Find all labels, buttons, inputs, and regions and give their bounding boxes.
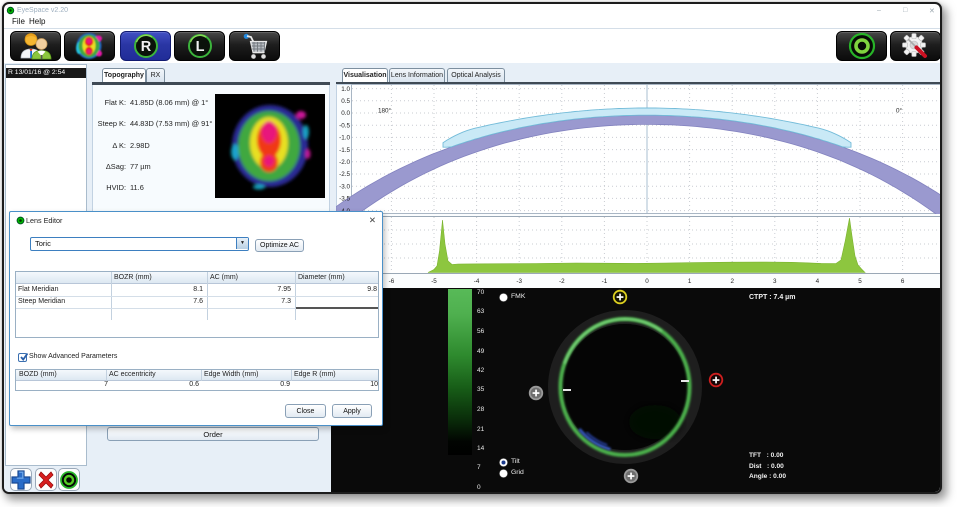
svg-text:-3: -3 (516, 278, 522, 285)
svg-text:-3.0: -3.0 (339, 183, 350, 190)
svg-text:0.5: 0.5 (341, 98, 350, 105)
svg-text:2: 2 (730, 278, 734, 285)
svg-text:0°: 0° (896, 107, 903, 115)
svg-text:-2.0: -2.0 (339, 159, 350, 166)
svg-text:0.0: 0.0 (341, 110, 350, 117)
svg-text:4: 4 (816, 278, 820, 285)
svg-text:1: 1 (688, 278, 692, 285)
svg-text:180°: 180° (378, 107, 392, 115)
svg-text:R: R (140, 39, 151, 55)
svg-text:-5: -5 (431, 278, 437, 285)
svg-text:3: 3 (773, 278, 777, 285)
svg-text:0: 0 (645, 278, 649, 285)
svg-text:L: L (195, 39, 204, 55)
svg-text:-6: -6 (389, 278, 395, 285)
svg-text:-4: -4 (474, 278, 480, 285)
svg-text:-1: -1 (602, 278, 608, 285)
svg-text:5: 5 (858, 278, 862, 285)
svg-text:-2.5: -2.5 (339, 171, 350, 178)
svg-text:-1.5: -1.5 (339, 147, 350, 154)
svg-text:1.0: 1.0 (341, 86, 350, 93)
svg-text:-2: -2 (559, 278, 565, 285)
svg-text:-3.5: -3.5 (339, 196, 350, 203)
svg-text:-0.5: -0.5 (339, 122, 350, 129)
svg-text:6: 6 (901, 278, 905, 285)
svg-text:-1.0: -1.0 (339, 135, 350, 142)
